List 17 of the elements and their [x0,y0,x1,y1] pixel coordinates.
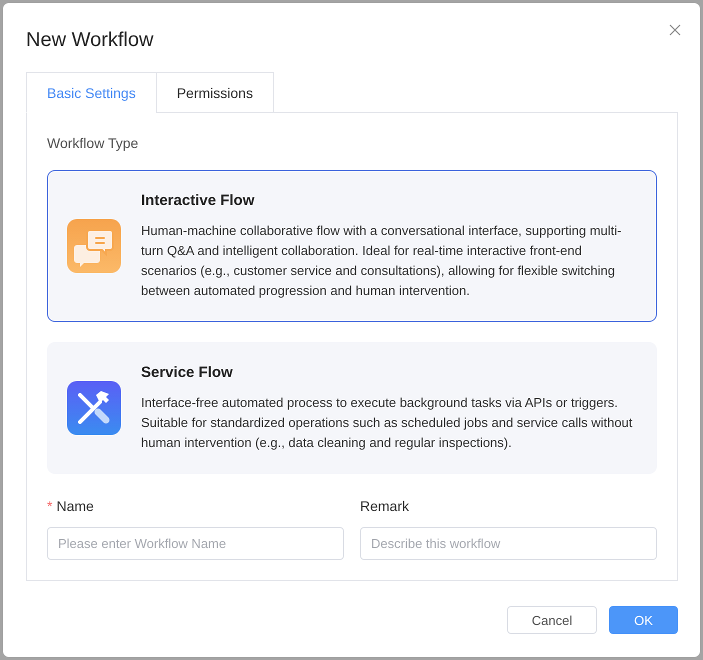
cancel-button[interactable]: Cancel [507,606,597,634]
input-field[interactable]: Describe this workflow [360,527,657,560]
chat-bubbles-icon [67,218,121,272]
required-mark: * [47,497,52,516]
tab[interactable]: Permissions [156,72,274,113]
input-field[interactable]: Please enter Workflow Name [47,527,344,560]
tools-icon [67,380,121,434]
option-title: Interactive Flow [141,191,254,211]
field-label: Name [56,497,94,516]
option-title: Service Flow [141,363,233,383]
field-label: Remark [360,497,410,516]
option-description: Human-machine collaborative flow with a conversational interface, supporting multi-turn Q&A and intelligent collaboration. Ideal for real-time interactive front-end scenarios (e.g., customer service and consultations), allowing for flexible switching between automated progression and human intervention. [141,222,623,300]
workflow-type-label: Workflow Type [47,134,138,153]
option-description: Interface-free automated process to execute background tasks via APIs or triggers. Suitable for standardized operations such as scheduled jobs and service calls without human intervention (e.g., data cleaning and regular inspections). [141,394,634,452]
close-icon[interactable] [669,24,681,36]
dialog-title: New Workflow [26,29,154,51]
workflow-type-option[interactable] [47,170,657,322]
